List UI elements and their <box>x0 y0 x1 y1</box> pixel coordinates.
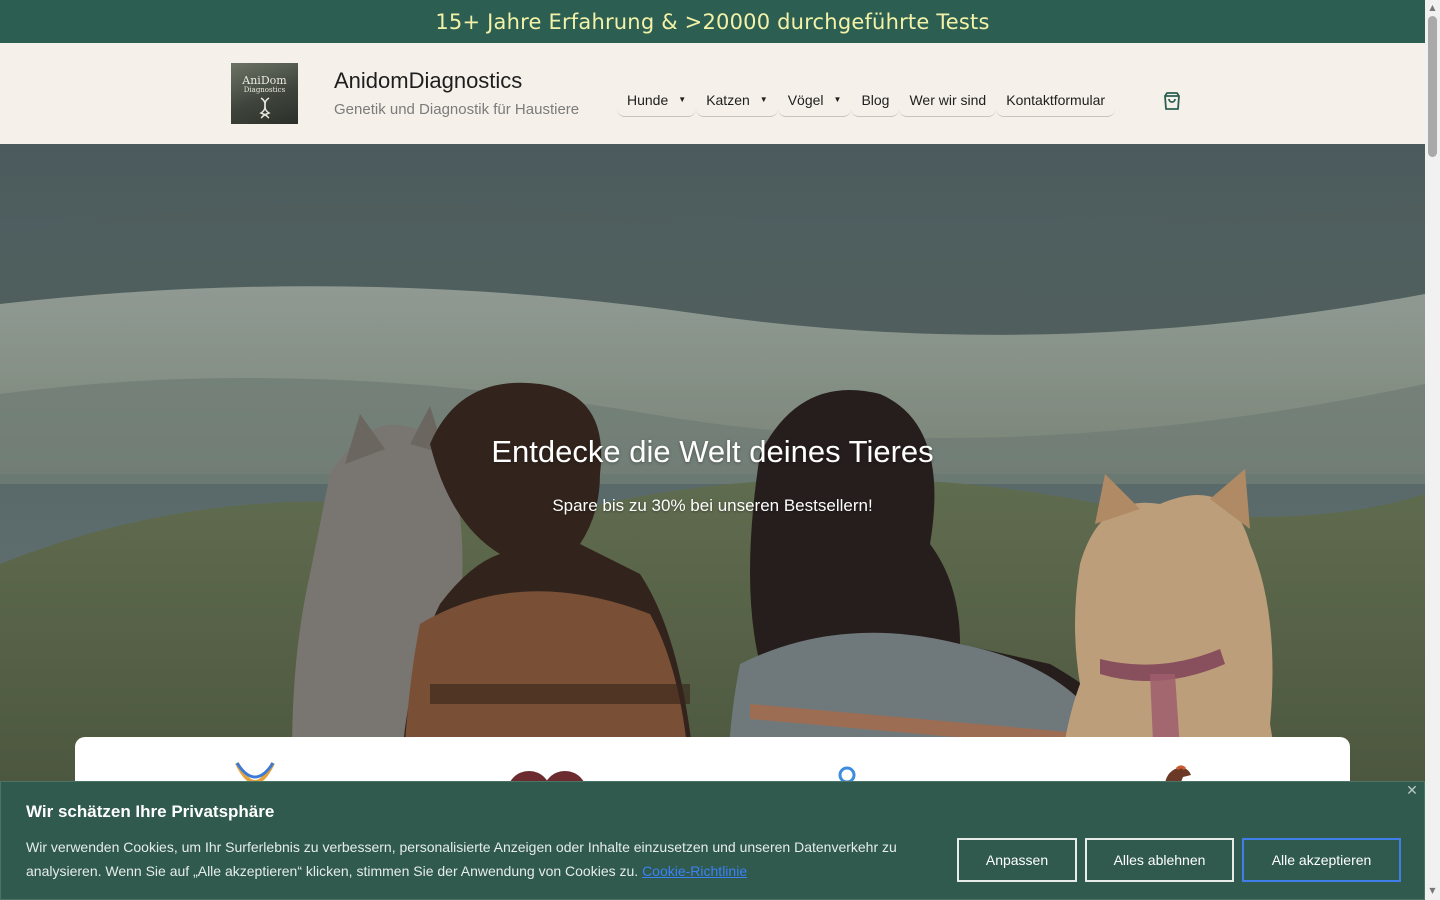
nav-item-blog[interactable]: Blog <box>851 83 900 117</box>
nav-item-label: Wer wir sind <box>909 91 987 108</box>
cookie-title: Wir schätzen Ihre Privatsphäre <box>26 802 275 821</box>
nav-item-label: Vögel <box>787 91 824 108</box>
cookie-text: Wir verwenden Cookies, um Ihr Surferlebn… <box>26 835 916 883</box>
site-header: AniDom Diagnostics AnidomDiagnostics Gen… <box>0 43 1425 144</box>
cookie-policy-link[interactable]: Cookie-Richtlinie <box>642 863 747 879</box>
customize-button[interactable]: Anpassen <box>957 838 1077 882</box>
logo-line-1: AniDom <box>242 74 287 87</box>
cookie-description: Wir verwenden Cookies, um Ihr Surferlebn… <box>26 839 897 879</box>
site-title[interactable]: AnidomDiagnostics <box>334 68 522 94</box>
page-scrollbar[interactable]: ▲ ▼ <box>1425 0 1440 900</box>
nav-item-label: Hunde <box>627 91 669 108</box>
nav-item-hunde[interactable]: Hunde ▼ <box>617 83 697 117</box>
promo-banner: 15+ Jahre Erfahrung & >20000 durchgeführ… <box>0 0 1425 43</box>
caret-down-icon: ▼ <box>759 94 768 104</box>
shopping-bag-icon[interactable] <box>1162 91 1182 111</box>
scroll-down-icon[interactable]: ▼ <box>1428 886 1437 896</box>
promo-banner-text: 15+ Jahre Erfahrung & >20000 durchgeführ… <box>435 9 990 34</box>
reject-all-button[interactable]: Alles ablehnen <box>1085 838 1234 882</box>
main-nav: Hunde ▼ Katzen ▼ Vögel ▼ Blog Wer wir si… <box>617 83 1116 117</box>
nav-item-voegel[interactable]: Vögel ▼ <box>777 83 852 117</box>
logo-line-2: Diagnostics <box>243 86 286 94</box>
cookie-consent-banner: ✕ Wir schätzen Ihre Privatsphäre Wir ver… <box>0 781 1425 900</box>
nav-item-katzen[interactable]: Katzen ▼ <box>696 83 778 117</box>
scroll-thumb[interactable] <box>1428 16 1437 157</box>
nav-item-kontaktformular[interactable]: Kontaktformular <box>996 83 1116 117</box>
nav-item-label: Blog <box>861 91 890 108</box>
accept-all-button[interactable]: Alle akzeptieren <box>1242 838 1401 882</box>
hero-title: Entdecke die Welt deines Tieres <box>491 434 934 469</box>
nav-item-label: Kontaktformular <box>1006 91 1106 108</box>
close-icon[interactable]: ✕ <box>1405 784 1419 798</box>
site-logo[interactable]: AniDom Diagnostics <box>231 63 298 124</box>
caret-down-icon: ▼ <box>833 94 842 104</box>
hero-subtitle: Spare bis zu 30% bei unseren Bestsellern… <box>552 496 873 515</box>
nav-item-wer-wir-sind[interactable]: Wer wir sind <box>899 83 997 117</box>
caret-down-icon: ▼ <box>678 94 687 104</box>
nav-item-label: Katzen <box>706 91 750 108</box>
dna-icon <box>258 97 271 119</box>
scroll-up-icon[interactable]: ▲ <box>1428 3 1437 13</box>
site-tagline: Genetik und Diagnostik für Haustiere <box>334 101 580 118</box>
